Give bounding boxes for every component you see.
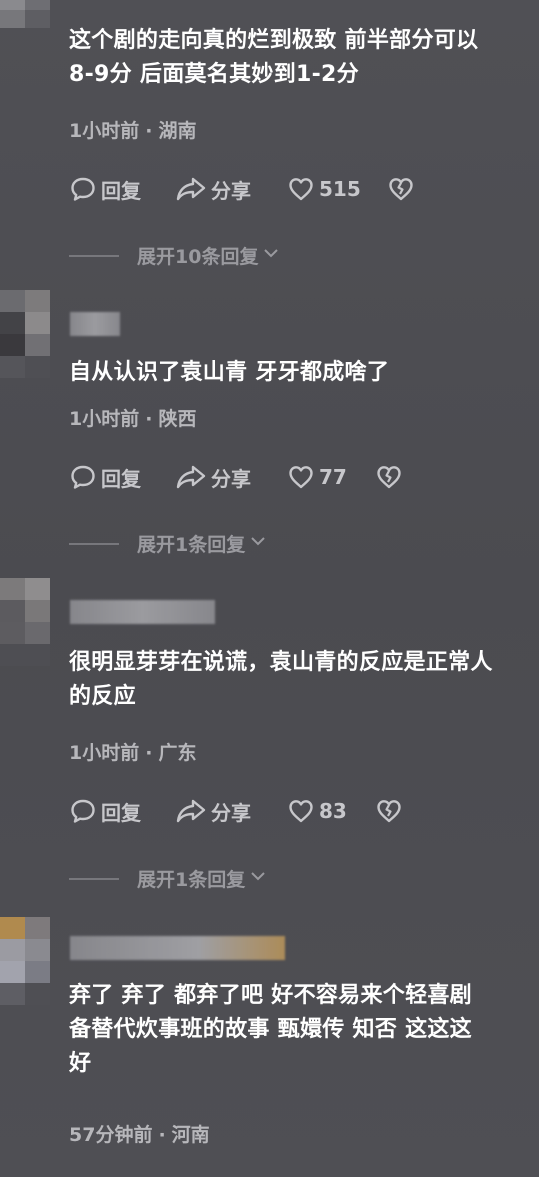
comment-text: 弃了 弃了 都弃了吧 好不容易来个轻喜剧 备替代炊事班的故事 甄嬛传 知否 这这… [69,979,539,1081]
expand-replies-button[interactable]: 展开1条回复 [69,865,267,892]
separator-dot: · [158,1124,166,1146]
comment-text-line: 弃了 弃了 都弃了吧 好不容易来个轻喜剧 [69,983,472,1008]
chevron-down-icon [249,867,267,890]
share-arrow-icon [175,175,207,203]
heart-icon [287,797,315,825]
broken-heart-icon [387,175,415,203]
expand-replies-label: 展开1条回复 [137,534,246,556]
share-button[interactable]: 分享 [175,463,287,492]
comment-list: 这个剧的走向真的烂到极致 前半部分可以 8-9分 后面莫名其妙到1-2分 1小时… [0,0,539,1177]
dislike-button[interactable] [375,463,403,491]
share-label: 分享 [211,466,251,491]
reply-label: 回复 [101,800,141,825]
username[interactable] [70,312,120,336]
comment-text: 自从认识了袁山青 牙牙都成啥了 [69,356,539,390]
dislike-button[interactable] [375,797,403,825]
comment-text-line: 好 [69,1051,92,1076]
broken-heart-icon [375,797,403,825]
comment-text-line: 自从认识了袁山青 牙牙都成啥了 [69,360,390,385]
speech-bubble-icon [69,797,97,825]
avatar[interactable] [0,917,50,1007]
comment-text-line: 这个剧的走向真的烂到极致 前半部分可以 [69,28,479,53]
speech-bubble-icon [69,463,97,491]
comment-text-line: 很明显芽芽在说谎，袁山青的反应是正常人 [69,650,493,675]
share-button[interactable]: 分享 [175,797,287,826]
chevron-down-icon [262,244,280,267]
comment-text-line: 备替代炊事班的故事 甄嬛传 知否 这这这 [69,1017,472,1042]
separator-dot: · [145,408,153,430]
like-count: 77 [319,465,347,489]
share-label: 分享 [211,178,251,203]
comment-time: 1小时前 [69,742,140,764]
comment-time: 57分钟前 [69,1124,153,1146]
username[interactable] [70,936,285,960]
like-button[interactable]: 83 [287,797,375,825]
reply-button[interactable]: 回复 [69,463,175,492]
comment-actions: 回复 分享 77 [69,461,403,493]
reply-label: 回复 [101,178,141,203]
avatar[interactable] [0,578,50,668]
comment-location: 广东 [158,742,197,764]
comment-meta: 1小时前 · 陕西 [69,404,196,431]
avatar[interactable] [0,290,50,380]
reply-button[interactable]: 回复 [69,797,175,826]
like-button[interactable]: 77 [287,463,375,491]
divider [69,542,119,545]
avatar[interactable] [0,0,50,28]
share-arrow-icon [175,463,207,491]
comment-text-line: 8-9分 后面莫名其妙到1-2分 [69,62,359,87]
expand-replies-label: 展开1条回复 [137,869,246,891]
comment-text: 很明显芽芽在说谎，袁山青的反应是正常人 的反应 [69,646,539,714]
comment-meta: 57分钟前 · 河南 [69,1120,210,1147]
dislike-button[interactable] [387,175,415,203]
share-label: 分享 [211,800,251,825]
expand-replies-label: 展开10条回复 [137,246,259,268]
comment-text-line: 的反应 [69,684,136,709]
divider [69,254,119,257]
like-button[interactable]: 515 [287,175,387,203]
reply-button[interactable]: 回复 [69,175,175,204]
speech-bubble-icon [69,175,97,203]
comment-time: 1小时前 [69,408,140,430]
expand-replies-button[interactable]: 展开10条回复 [69,242,280,269]
comment-location: 陕西 [158,408,197,430]
comment-meta: 1小时前 · 湖南 [69,116,196,143]
separator-dot: · [145,120,153,142]
comment-meta: 1小时前 · 广东 [69,738,196,765]
chevron-down-icon [249,532,267,555]
like-count: 515 [319,177,361,201]
comment-actions: 回复 分享 515 [69,173,415,205]
comment-actions: 回复 分享 83 [69,795,403,827]
like-count: 83 [319,799,347,823]
broken-heart-icon [375,463,403,491]
comment-location: 河南 [171,1124,210,1146]
comment-time: 1小时前 [69,120,140,142]
comment-text: 这个剧的走向真的烂到极致 前半部分可以 8-9分 后面莫名其妙到1-2分 [69,24,539,92]
separator-dot: · [145,742,153,764]
expand-replies-button[interactable]: 展开1条回复 [69,530,267,557]
reply-label: 回复 [101,466,141,491]
divider [69,877,119,880]
username[interactable] [70,600,215,624]
share-button[interactable]: 分享 [175,175,287,204]
comment-location: 湖南 [158,120,197,142]
heart-icon [287,463,315,491]
heart-icon [287,175,315,203]
share-arrow-icon [175,797,207,825]
